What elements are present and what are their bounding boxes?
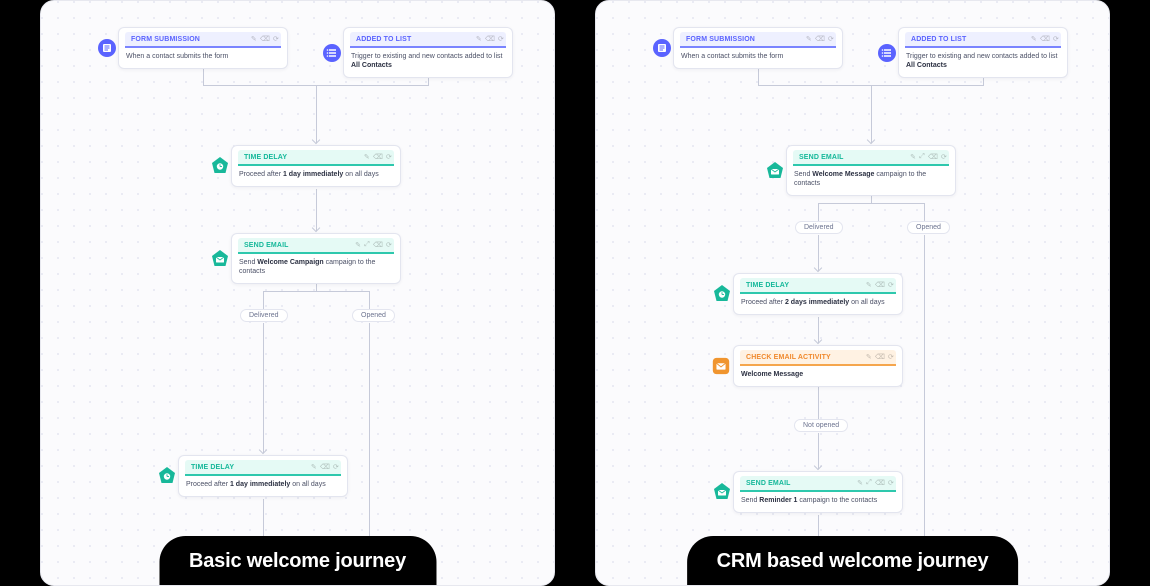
node-desc: Welcome Message — [740, 370, 896, 380]
arrowhead-icon — [312, 136, 320, 144]
connector — [871, 85, 872, 143]
node-title: TIME DELAY — [191, 464, 234, 471]
connector — [369, 291, 370, 309]
node-desc: Send Reminder 1 campaign to the contacts — [740, 496, 896, 506]
arrowhead-icon — [259, 446, 267, 454]
clock-icon — [157, 466, 177, 486]
node-form-submission[interactable]: FORM SUBMISSION ✎⌫⟳ When a contact submi… — [673, 27, 843, 69]
node-form-submission[interactable]: FORM SUBMISSION ✎⌫⟳ When a contact submi… — [118, 27, 288, 69]
arrowhead-icon — [814, 462, 822, 470]
email-icon — [712, 482, 732, 502]
node-title: ADDED TO LIST — [356, 36, 411, 43]
panel-caption: Basic welcome journey — [159, 536, 436, 586]
node-desc: Proceed after 2 days immediately on all … — [740, 298, 896, 308]
list-icon — [877, 43, 897, 63]
arrowhead-icon — [867, 136, 875, 144]
node-actions[interactable]: ✎⤢⌫⟳ — [355, 241, 392, 249]
clock-icon — [712, 284, 732, 304]
node-title: CHECK EMAIL ACTIVITY — [746, 354, 831, 361]
email-icon — [765, 161, 785, 181]
node-actions[interactable]: ✎⌫⟳ — [311, 463, 339, 471]
node-desc: When a contact submits the form — [680, 52, 836, 62]
node-title: ADDED TO LIST — [911, 36, 966, 43]
clock-icon — [210, 156, 230, 176]
node-actions[interactable]: ✎⌫⟳ — [251, 35, 279, 43]
node-title: TIME DELAY — [244, 154, 287, 161]
node-actions[interactable]: ✎⤢⌫⟳ — [910, 153, 947, 161]
node-send-email[interactable]: SEND EMAIL ✎⤢⌫⟳ Send Welcome Message cam… — [786, 145, 956, 196]
connector — [924, 235, 925, 585]
check-icon — [710, 355, 732, 377]
node-desc: Send Welcome Message campaign to the con… — [793, 170, 949, 189]
node-time-delay[interactable]: TIME DELAY ✎⌫⟳ Proceed after 2 days imme… — [733, 273, 903, 315]
node-desc: Trigger to existing and new contacts add… — [905, 52, 1061, 71]
branch-pill-not-opened[interactable]: Not opened — [794, 419, 848, 432]
list-icon — [322, 43, 342, 63]
connector — [263, 291, 264, 309]
form-icon — [652, 38, 672, 58]
node-actions[interactable]: ✎⌫⟳ — [1031, 35, 1059, 43]
basic-welcome-journey-panel: FORM SUBMISSION ✎⌫⟳ When a contact submi… — [40, 0, 555, 586]
node-desc: Proceed after 1 day immediately on all d… — [238, 170, 394, 180]
connector — [263, 291, 369, 292]
node-desc: Proceed after 1 day immediately on all d… — [185, 480, 341, 490]
node-actions[interactable]: ✎⌫⟳ — [866, 281, 894, 289]
node-check-email-activity[interactable]: CHECK EMAIL ACTIVITY ✎⌫⟳ Welcome Message — [733, 345, 903, 387]
node-title: FORM SUBMISSION — [131, 36, 200, 43]
connector — [818, 203, 924, 204]
arrowhead-icon — [814, 264, 822, 272]
branch-pill-opened[interactable]: Opened — [352, 309, 395, 322]
panel-caption: CRM based welcome journey — [687, 536, 1019, 586]
node-desc: When a contact submits the form — [125, 52, 281, 62]
node-send-email[interactable]: SEND EMAIL ✎⤢⌫⟳ Send Welcome Campaign ca… — [231, 233, 401, 284]
node-actions[interactable]: ✎⌫⟳ — [364, 153, 392, 161]
arrowhead-icon — [814, 336, 822, 344]
node-actions[interactable]: ✎⌫⟳ — [476, 35, 504, 43]
node-desc: Send Welcome Campaign campaign to the co… — [238, 258, 394, 277]
node-title: TIME DELAY — [746, 282, 789, 289]
node-title: SEND EMAIL — [746, 480, 791, 487]
node-send-email[interactable]: SEND EMAIL ✎⤢⌫⟳ Send Reminder 1 campaign… — [733, 471, 903, 513]
form-icon — [97, 38, 117, 58]
node-title: SEND EMAIL — [799, 154, 844, 161]
arrowhead-icon — [312, 224, 320, 232]
node-time-delay[interactable]: TIME DELAY ✎⌫⟳ Proceed after 1 day immed… — [178, 455, 348, 497]
connector — [924, 203, 925, 221]
branch-pill-delivered[interactable]: Delivered — [240, 309, 288, 322]
node-added-to-list[interactable]: ADDED TO LIST ✎⌫⟳ Trigger to existing an… — [898, 27, 1068, 78]
connector — [818, 203, 819, 221]
node-desc: Trigger to existing and new contacts add… — [350, 52, 506, 71]
branch-pill-delivered[interactable]: Delivered — [795, 221, 843, 234]
node-title: SEND EMAIL — [244, 242, 289, 249]
branch-pill-opened[interactable]: Opened — [907, 221, 950, 234]
email-icon — [210, 249, 230, 269]
node-title: FORM SUBMISSION — [686, 36, 755, 43]
connector — [263, 323, 264, 453]
node-actions[interactable]: ✎⌫⟳ — [866, 353, 894, 361]
node-actions[interactable]: ✎⤢⌫⟳ — [857, 479, 894, 487]
connector — [316, 85, 317, 143]
node-added-to-list[interactable]: ADDED TO LIST ✎⌫⟳ Trigger to existing an… — [343, 27, 513, 78]
node-time-delay[interactable]: TIME DELAY ✎⌫⟳ Proceed after 1 day immed… — [231, 145, 401, 187]
node-actions[interactable]: ✎⌫⟳ — [806, 35, 834, 43]
crm-welcome-journey-panel: FORM SUBMISSION ✎⌫⟳ When a contact submi… — [595, 0, 1110, 586]
